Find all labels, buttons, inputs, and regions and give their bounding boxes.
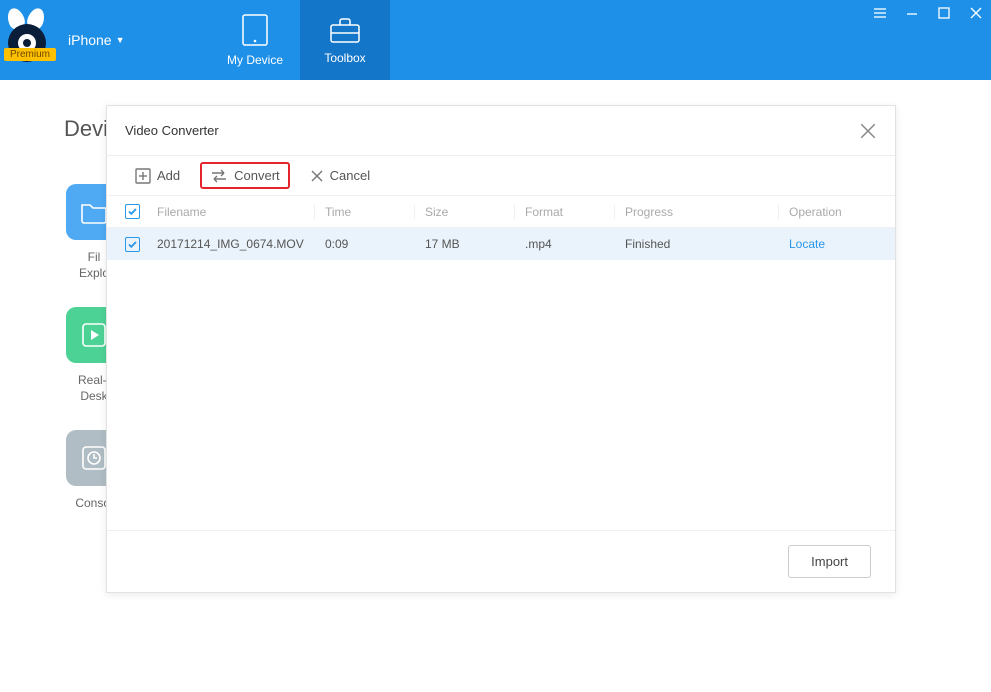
video-converter-modal: Video Converter Add Convert Cancel Filen… [106,105,896,593]
device-label: iPhone [68,32,112,48]
device-selector[interactable]: iPhone ▼ [68,32,125,48]
convert-icon [210,169,228,183]
maximize-icon[interactable] [935,4,953,22]
select-all-checkbox[interactable] [125,204,140,219]
x-icon [310,169,324,183]
tab-my-device[interactable]: My Device [210,0,300,80]
toolbox-icon [328,15,362,45]
modal-toolbar: Add Convert Cancel [107,156,895,196]
table-row[interactable]: 20171214_IMG_0674.MOV 0:09 17 MB .mp4 Fi… [107,228,895,260]
tablet-icon [241,13,269,47]
tab-label: My Device [227,53,283,67]
button-label: Add [157,168,180,183]
modal-title: Video Converter [125,123,219,138]
tab-toolbox[interactable]: Toolbox [300,0,390,80]
convert-button[interactable]: Convert [200,162,290,189]
button-label: Convert [234,168,280,183]
col-format[interactable]: Format [515,205,615,219]
add-button[interactable]: Add [125,162,190,190]
close-icon[interactable] [859,122,877,140]
app-header: Premium iPhone ▼ My Device Toolbox [0,0,991,80]
premium-badge: Premium [4,48,56,61]
col-progress[interactable]: Progress [615,205,779,219]
tab-label: Toolbox [324,51,365,65]
cell-time: 0:09 [315,237,415,251]
button-label: Cancel [330,168,370,183]
logo-area: Premium iPhone ▼ [0,0,210,80]
row-checkbox[interactable] [125,237,140,252]
menu-icon[interactable] [871,4,889,22]
cell-filename: 20171214_IMG_0674.MOV [157,237,315,251]
cell-progress: Finished [615,237,779,251]
col-filename[interactable]: Filename [157,205,315,219]
import-button[interactable]: Import [788,545,871,578]
col-operation[interactable]: Operation [779,205,895,219]
table-header: Filename Time Size Format Progress Opera… [107,196,895,228]
locate-link[interactable]: Locate [789,237,825,251]
cancel-button[interactable]: Cancel [300,162,380,189]
chevron-down-icon: ▼ [116,35,125,45]
tile-label: FilExplo [79,250,109,281]
nav-tabs: My Device Toolbox [210,0,390,80]
col-time[interactable]: Time [315,205,415,219]
window-controls [871,4,985,22]
col-size[interactable]: Size [415,205,515,219]
plus-icon [135,168,151,184]
modal-header: Video Converter [107,106,895,156]
cell-size: 17 MB [415,237,515,251]
modal-body [107,260,895,530]
modal-footer: Import [107,530,895,592]
minimize-icon[interactable] [903,4,921,22]
cell-format: .mp4 [515,237,615,251]
close-icon[interactable] [967,4,985,22]
cell-operation: Locate [779,237,895,251]
